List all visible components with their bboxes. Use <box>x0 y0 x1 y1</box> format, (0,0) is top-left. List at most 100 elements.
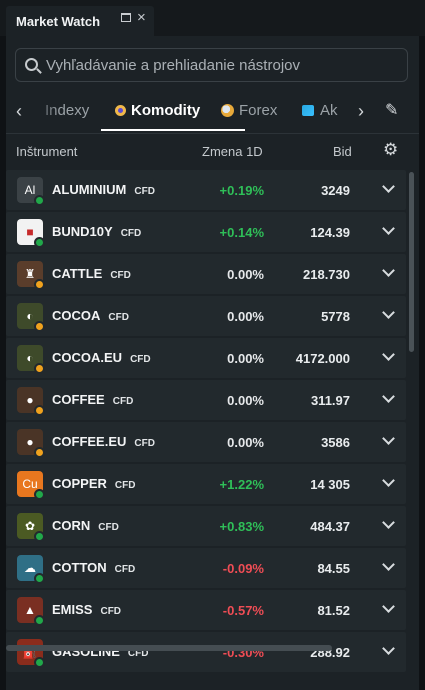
table-row[interactable]: ◐ COCOA CFD 0.00% 5778 <box>6 296 406 336</box>
chevron-down-icon[interactable] <box>382 474 395 487</box>
market-status-dot <box>34 531 45 542</box>
bid-price: 3249 <box>321 183 350 198</box>
tab-akcie[interactable]: Ak <box>302 96 350 128</box>
instrument-symbol: COTTON CFD <box>52 560 135 575</box>
market-status-dot <box>34 195 45 206</box>
tabs-next-icon[interactable]: › <box>358 101 364 122</box>
instrument-symbol: BUND10Y CFD <box>52 224 141 239</box>
market-status-dot <box>34 237 45 248</box>
window-tab[interactable]: Market Watch <box>6 6 154 36</box>
chevron-down-icon[interactable] <box>382 348 395 361</box>
table-row[interactable]: ✿ CORN CFD +0.83% 484.37 <box>6 506 406 546</box>
chevron-down-icon[interactable] <box>382 600 395 613</box>
bid-price: 4172.000 <box>295 351 350 366</box>
bid-price: 84.55 <box>317 561 350 576</box>
symbol-text: BUND10Y <box>52 224 113 239</box>
daily-change: +0.83% <box>219 519 264 534</box>
active-tab-indicator <box>101 129 245 131</box>
instrument-type-badge: CFD <box>112 396 134 407</box>
market-status-dot <box>34 657 45 668</box>
chevron-down-icon[interactable] <box>382 306 395 319</box>
daily-change: 0.00% <box>227 267 264 282</box>
header-instrument[interactable]: Inštrument <box>16 144 77 159</box>
chevron-down-icon[interactable] <box>382 264 395 277</box>
daily-change: -0.57% <box>222 603 264 618</box>
symbol-text: COCOA <box>52 308 101 323</box>
market-status-dot <box>34 615 45 626</box>
vertical-scrollbar[interactable] <box>409 172 414 352</box>
table-row[interactable]: ⛽ GASOLINE CFD -0.30% 288.92 <box>6 632 406 672</box>
header-change[interactable]: Zmena 1D <box>202 144 263 159</box>
instrument-type-badge: CFD <box>98 522 119 533</box>
instrument-symbol: ALUMINIUM CFD <box>52 182 155 197</box>
search-input[interactable] <box>46 56 401 74</box>
daily-change: 0.00% <box>227 309 264 324</box>
instrument-symbol: CATTLE CFD <box>52 266 131 281</box>
bid-price: 81.52 <box>317 603 350 618</box>
table-row[interactable]: Cu COPPER CFD +1.22% 14 305 <box>6 464 406 504</box>
daily-change: +1.22% <box>219 477 264 492</box>
market-status-dot <box>34 321 45 332</box>
market-status-dot <box>34 405 45 416</box>
tab-komodity[interactable]: Komodity <box>115 102 200 119</box>
table-row[interactable]: ● COFFEE.EU CFD 0.00% 3586 <box>6 422 406 462</box>
chevron-down-icon[interactable] <box>382 642 395 655</box>
tab-forex[interactable]: Forex <box>221 102 277 119</box>
daily-change: 0.00% <box>227 435 264 450</box>
instrument-type-badge: CFD <box>120 228 142 239</box>
market-status-dot <box>34 489 45 500</box>
chevron-down-icon[interactable] <box>382 432 395 445</box>
table-row[interactable]: ◐ COCOA.EU CFD 0.00% 4172.000 <box>6 338 406 378</box>
instrument-type-badge: CFD <box>130 354 151 365</box>
instrument-type-badge: CFD <box>108 312 129 323</box>
instrument-symbol: COPPER CFD <box>52 476 135 491</box>
table-row[interactable]: ▲ EMISS CFD -0.57% 81.52 <box>6 590 406 630</box>
symbol-text: CATTLE <box>52 266 103 281</box>
instrument-type-badge: CFD <box>134 438 155 449</box>
symbol-text: COCOA.EU <box>52 350 123 365</box>
symbol-text: ALUMINIUM <box>52 182 127 197</box>
chevron-down-icon[interactable] <box>382 390 395 403</box>
edit-icon[interactable]: ✎ <box>385 100 398 120</box>
category-tabs: ‹ Indexy Komodity Forex Ak › ✎ <box>6 92 419 132</box>
forex-icon <box>221 104 234 117</box>
bid-price: 218.730 <box>303 267 350 282</box>
bid-price: 3586 <box>321 435 350 450</box>
daily-change: -0.09% <box>222 561 264 576</box>
komodity-icon <box>115 105 126 116</box>
header-bid[interactable]: Bid <box>333 144 352 159</box>
symbol-text: COTTON <box>52 560 107 575</box>
symbol-text: COFFEE.EU <box>52 434 127 449</box>
symbol-text: EMISS <box>52 602 93 617</box>
chevron-down-icon[interactable] <box>382 558 395 571</box>
table-row[interactable]: ● COFFEE CFD 0.00% 311.97 <box>6 380 406 420</box>
bid-price: 5778 <box>321 309 350 324</box>
table-row[interactable]: ♜ CATTLE CFD 0.00% 218.730 <box>6 254 406 294</box>
instrument-type-badge: CFD <box>114 564 136 575</box>
bid-price: 124.39 <box>310 225 350 240</box>
instrument-type-badge: CFD <box>134 186 155 197</box>
chevron-down-icon[interactable] <box>382 516 395 529</box>
instrument-symbol: COFFEE CFD <box>52 392 133 407</box>
search-box[interactable] <box>15 48 408 82</box>
market-status-dot <box>34 279 45 290</box>
title-bar: Market Watch × <box>0 0 425 36</box>
chevron-down-icon[interactable] <box>382 222 395 235</box>
daily-change: 0.00% <box>227 351 264 366</box>
table-row[interactable]: ■ BUND10Y CFD +0.14% 124.39 <box>6 212 406 252</box>
tabs-prev-icon[interactable]: ‹ <box>16 101 22 122</box>
close-icon[interactable]: × <box>137 10 146 25</box>
chevron-down-icon[interactable] <box>382 180 395 193</box>
table-row[interactable]: Al ALUMINIUM CFD +0.19% 3249 <box>6 170 406 210</box>
table-row[interactable]: ☁ COTTON CFD -0.09% 84.55 <box>6 548 406 588</box>
search-icon <box>25 58 38 71</box>
gear-icon[interactable]: ⚙ <box>383 140 398 160</box>
horizontal-scrollbar[interactable] <box>6 645 332 651</box>
symbol-text: COPPER <box>52 476 107 491</box>
daily-change: +0.14% <box>219 225 264 240</box>
market-status-dot <box>34 573 45 584</box>
market-watch-panel: ‹ Indexy Komodity Forex Ak › ✎ Inštrumen… <box>6 36 419 690</box>
instrument-type-badge: CFD <box>110 270 131 281</box>
maximize-icon[interactable] <box>121 13 131 22</box>
market-status-dot <box>34 447 45 458</box>
